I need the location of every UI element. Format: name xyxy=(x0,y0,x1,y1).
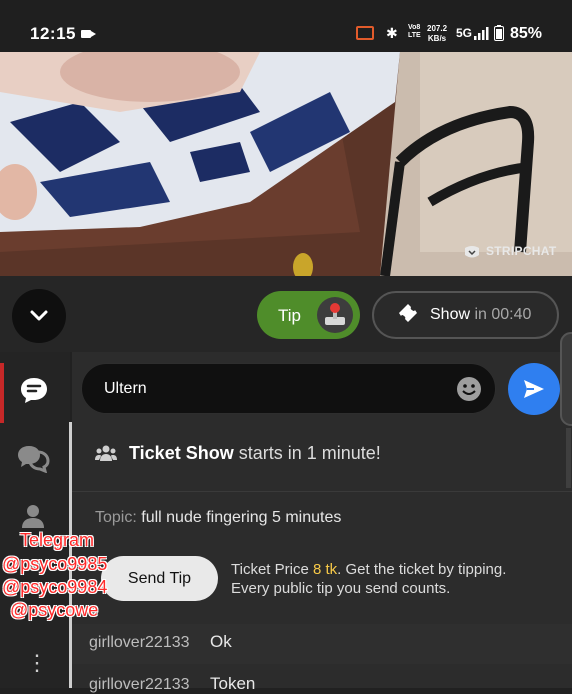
cast-icon xyxy=(356,26,374,40)
group-icon xyxy=(95,445,117,461)
chat-message-text: Ok xyxy=(210,632,232,651)
overlay-text: @psyco9985 xyxy=(2,554,108,574)
ticket-price-info: Ticket Price 8 tk. Get the ticket by tip… xyxy=(231,561,507,597)
chat-message-input[interactable] xyxy=(81,363,496,414)
more-vertical-icon[interactable]: ⋮ xyxy=(26,650,48,676)
ticket-show-title: Ticket Show starts in 1 minute! xyxy=(129,443,381,463)
video-stream[interactable] xyxy=(0,52,572,276)
send-message-button[interactable] xyxy=(508,363,560,415)
ticket-icon xyxy=(399,304,417,322)
tip-button-label: Tip xyxy=(278,306,301,325)
network-speed: 207.2 KB/s xyxy=(427,24,448,43)
emoji-icon[interactable] xyxy=(456,376,482,402)
send-icon xyxy=(524,380,544,398)
chat-username[interactable]: girllover22133 xyxy=(89,676,190,694)
show-button-label: Show in 00:40 xyxy=(430,306,532,323)
stripchat-watermark: STRIPCHAT xyxy=(486,244,557,258)
stripchat-logo-icon xyxy=(465,246,479,258)
user-icon[interactable] xyxy=(20,503,46,529)
ticket-show-topic: Topic: full nude fingering 5 minutes xyxy=(95,509,342,526)
overlay-text: Telegram xyxy=(20,530,95,550)
scrollbar[interactable] xyxy=(566,428,571,488)
bluetooth-icon: ✱ xyxy=(386,25,398,41)
chat-message-text: Token xyxy=(210,674,256,693)
joystick-icon xyxy=(317,297,353,333)
status-time: 12:15 xyxy=(30,24,76,43)
group-chat-icon[interactable] xyxy=(16,443,50,473)
volte-indicator: Vo8 LTE xyxy=(408,24,421,39)
collapse-button[interactable] xyxy=(12,289,66,343)
divider xyxy=(72,491,572,492)
overlay-text: @psycowe xyxy=(10,600,99,620)
send-tip-button[interactable]: Send Tip xyxy=(101,556,218,601)
video-record-icon xyxy=(81,30,96,38)
network-type: 5G xyxy=(456,26,473,40)
chat-bubble-icon[interactable] xyxy=(18,375,50,405)
scroll-handle[interactable] xyxy=(560,332,572,426)
signal-icon xyxy=(474,27,489,40)
chat-username[interactable]: girllover22133 xyxy=(89,634,190,652)
chevron-down-icon xyxy=(30,310,48,321)
status-bar xyxy=(0,0,572,52)
overlay-text: @psyco9984 xyxy=(2,577,108,597)
active-tab-indicator xyxy=(0,363,4,423)
battery-icon xyxy=(494,25,504,41)
battery-percent: 85% xyxy=(510,25,543,42)
